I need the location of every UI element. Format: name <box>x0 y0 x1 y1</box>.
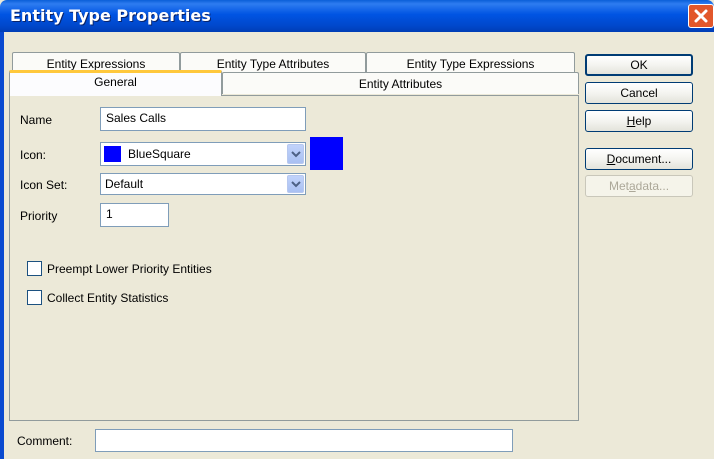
close-icon <box>694 9 708 23</box>
metadata-button-label-rest: data... <box>635 179 670 193</box>
chevron-down-icon <box>291 151 301 158</box>
tab-entity-expressions[interactable]: Entity Expressions <box>12 52 180 72</box>
cancel-button-label: Cancel <box>620 86 658 100</box>
collect-stats-checkbox[interactable] <box>27 290 42 305</box>
comment-label: Comment: <box>17 434 73 448</box>
comment-field[interactable] <box>95 429 513 452</box>
title-bar: Entity Type Properties <box>0 0 714 32</box>
tab-label: Entity Expressions <box>46 57 146 71</box>
priority-field[interactable]: 1 <box>100 203 169 227</box>
icon-set-dropdown-button[interactable] <box>287 175 304 193</box>
document-button-label: ocument... <box>615 152 672 166</box>
window-frame <box>0 32 4 459</box>
ok-button[interactable]: OK <box>585 54 693 76</box>
icon-select-value: BlueSquare <box>128 147 191 161</box>
tab-label: General <box>94 75 137 89</box>
icon-set-select-value: Default <box>105 177 144 191</box>
tab-label: Entity Attributes <box>358 77 443 91</box>
ok-button-label: OK <box>630 58 648 72</box>
tab-general[interactable]: General <box>9 70 222 96</box>
chevron-down-icon <box>291 181 301 188</box>
help-button[interactable]: Help <box>585 110 693 132</box>
window-title: Entity Type Properties <box>10 6 211 25</box>
metadata-button[interactable]: Metadata... <box>585 175 693 197</box>
document-button[interactable]: Document... <box>585 148 693 170</box>
tab-entity-type-attributes[interactable]: Entity Type Attributes <box>180 52 366 72</box>
icon-select[interactable]: BlueSquare <box>100 142 306 166</box>
icon-set-select[interactable]: Default <box>100 173 306 195</box>
tab-label: Entity Type Expressions <box>406 57 535 71</box>
document-mnemonic: D <box>606 152 616 166</box>
icon-color-swatch <box>104 146 121 162</box>
tab-entity-attributes[interactable]: Entity Attributes <box>222 72 579 94</box>
tab-entity-type-expressions[interactable]: Entity Type Expressions <box>366 52 575 72</box>
preempt-checkbox[interactable] <box>27 261 42 276</box>
metadata-mnemonic: a <box>628 179 636 193</box>
icon-select-dropdown-button[interactable] <box>287 144 304 164</box>
tab-label: Entity Type Attributes <box>216 57 330 71</box>
close-button[interactable] <box>688 4 714 28</box>
name-field[interactable]: Sales Calls <box>100 107 306 131</box>
metadata-button-label-pre: Met <box>608 179 629 193</box>
help-button-label: elp <box>635 114 652 128</box>
cancel-button[interactable]: Cancel <box>585 82 693 104</box>
